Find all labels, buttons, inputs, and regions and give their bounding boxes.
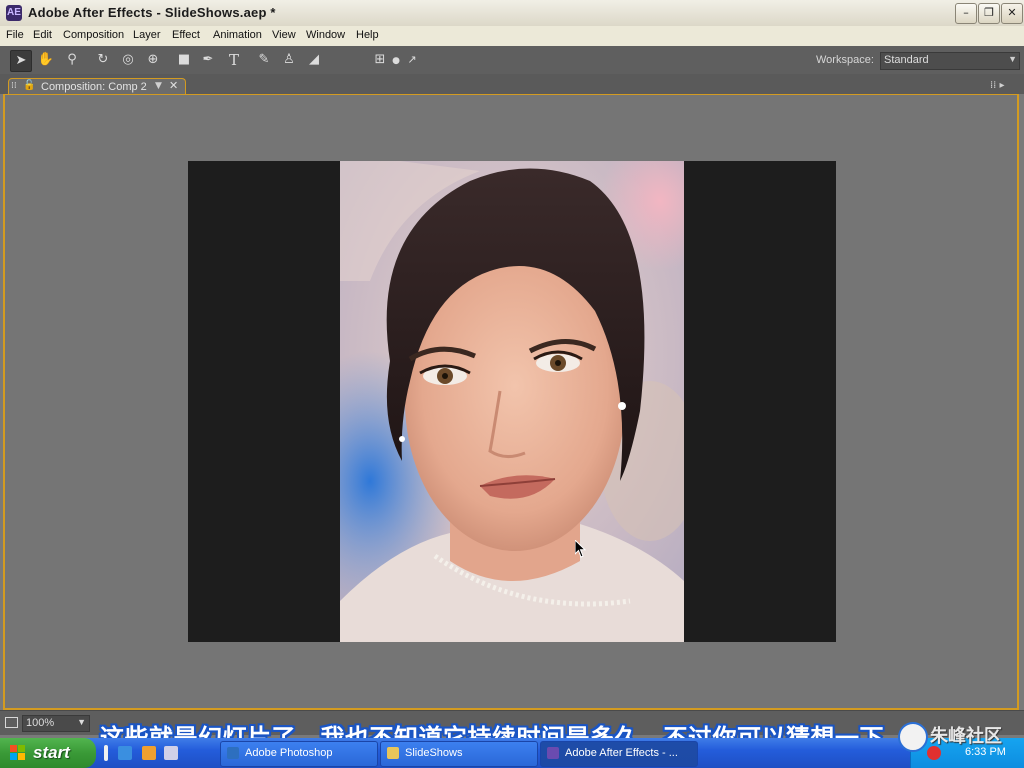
- watermark-logo-icon: [898, 722, 928, 752]
- tray-app-icon[interactable]: [927, 746, 941, 760]
- menu-composition[interactable]: Composition: [63, 29, 124, 41]
- menu-effect[interactable]: Effect: [172, 29, 200, 41]
- taskbar-item-slideshows[interactable]: SlideShows: [380, 741, 538, 767]
- close-button[interactable]: ✕: [1001, 3, 1023, 24]
- pen-icon: ✒: [202, 52, 214, 67]
- type-icon: T: [228, 51, 239, 69]
- type-tool[interactable]: T: [224, 50, 244, 70]
- eraser-tool[interactable]: ◢: [304, 50, 324, 70]
- panel-menu-icon[interactable]: ⁞⁞ ▸: [990, 80, 1005, 91]
- menu-bar: File Edit Composition Layer Effect Anima…: [0, 26, 1024, 47]
- taskbar-item-photoshop[interactable]: Adobe Photoshop: [220, 741, 378, 767]
- menu-layer[interactable]: Layer: [133, 29, 161, 41]
- axis-view-icon: ↗: [407, 53, 417, 66]
- pen-tool[interactable]: ✒: [198, 50, 218, 70]
- eraser-icon: ◢: [309, 52, 319, 67]
- after-effects-icon: [547, 747, 559, 759]
- minimize-icon: –: [963, 6, 969, 19]
- clone-stamp-tool[interactable]: ♙: [279, 50, 299, 70]
- hand-tool[interactable]: ✋: [36, 50, 56, 70]
- menu-file[interactable]: File: [6, 29, 24, 41]
- rotation-tool[interactable]: ↻: [93, 50, 113, 70]
- workspace-select[interactable]: Standard ▼: [880, 52, 1020, 70]
- arrow-cursor-icon: ➤: [15, 53, 27, 68]
- minimize-button[interactable]: –: [955, 3, 977, 24]
- brush-icon: ✎: [258, 52, 270, 67]
- workspace-label: Workspace:: [816, 54, 874, 66]
- magnifier-icon: ⚲: [67, 52, 77, 67]
- window-title: Adobe After Effects - SlideShows.aep *: [28, 5, 276, 20]
- grip-icon[interactable]: ⁞⁞: [11, 81, 17, 91]
- after-effects-app-icon: AE: [6, 5, 22, 21]
- lock-icon[interactable]: 🔓: [23, 80, 35, 91]
- hand-icon: ✋: [37, 52, 55, 67]
- tab-composition-label: Composition: Comp 2: [41, 81, 147, 93]
- menu-edit[interactable]: Edit: [33, 29, 52, 41]
- pan-behind-tool[interactable]: ⊕: [143, 50, 163, 70]
- slideshow-photo: [340, 161, 684, 642]
- tab-composition[interactable]: ⁞⁞ 🔓 Composition: Comp 2 ▼ ✕: [8, 78, 186, 95]
- always-preview-icon[interactable]: [5, 717, 18, 728]
- chevron-down-icon[interactable]: ▼: [155, 81, 162, 91]
- workspace-value: Standard: [884, 54, 929, 66]
- restore-button[interactable]: ❐: [978, 3, 1000, 24]
- quicklaunch-grip-icon: [104, 745, 108, 761]
- taskbar-item-label: Adobe Photoshop: [245, 747, 333, 759]
- magnification-value: 100%: [26, 717, 55, 729]
- windows-logo-icon: [10, 745, 26, 761]
- taskbar-item-after-effects[interactable]: Adobe After Effects - ...: [540, 741, 698, 767]
- photoshop-icon: [227, 747, 239, 759]
- restore-icon: ❐: [984, 6, 994, 19]
- menu-view[interactable]: View: [272, 29, 296, 41]
- window-titlebar: AE Adobe After Effects - SlideShows.aep …: [0, 0, 1024, 27]
- watermark-text: 朱峰社区: [930, 726, 1002, 747]
- folder-icon: [387, 747, 399, 759]
- zoom-tool[interactable]: ⚲: [62, 50, 82, 70]
- axis-local-icon: ⊞: [374, 52, 386, 67]
- taskbar-item-label: Adobe After Effects - ...: [565, 747, 678, 759]
- mouse-cursor-icon: [575, 540, 587, 558]
- menu-window[interactable]: Window: [306, 29, 345, 41]
- explorer-icon[interactable]: [142, 746, 156, 760]
- rectangle-icon: ■: [177, 52, 191, 67]
- view-axis-mode[interactable]: ↗: [402, 50, 422, 70]
- chevron-down-icon: ▼: [77, 717, 86, 727]
- stamp-icon: ♙: [283, 52, 295, 67]
- tools-panel: ➤ ✋ ⚲ ↻ ◎ ⊕ ■ ✒ T ✎ ♙ ◢ ⊞ ● ↗ Workspace:: [0, 46, 1024, 75]
- pan-behind-icon: ⊕: [147, 52, 159, 67]
- menu-help[interactable]: Help: [356, 29, 379, 41]
- ie-icon[interactable]: [118, 746, 132, 760]
- close-icon: ✕: [1007, 6, 1017, 19]
- orbit-camera-icon: ◎: [122, 52, 134, 67]
- close-icon[interactable]: ✕: [169, 79, 178, 92]
- rectangle-mask-tool[interactable]: ■: [174, 50, 194, 70]
- selection-tool[interactable]: ➤: [10, 50, 32, 72]
- desktop-icon[interactable]: [164, 746, 178, 760]
- menu-animation[interactable]: Animation: [213, 29, 262, 41]
- start-label: start: [33, 743, 70, 762]
- chevron-down-icon: ▼: [1008, 54, 1017, 64]
- start-button[interactable]: start: [0, 738, 96, 768]
- taskbar-item-label: SlideShows: [405, 747, 463, 759]
- magnification-select[interactable]: 100% ▼: [22, 715, 90, 732]
- axis-world-icon: ●: [392, 56, 400, 66]
- brush-tool[interactable]: ✎: [254, 50, 274, 70]
- rotate-icon: ↻: [97, 52, 109, 67]
- windows-taskbar: start Adobe Photoshop SlideShows Adobe A…: [0, 738, 1024, 768]
- orbit-camera-tool[interactable]: ◎: [118, 50, 138, 70]
